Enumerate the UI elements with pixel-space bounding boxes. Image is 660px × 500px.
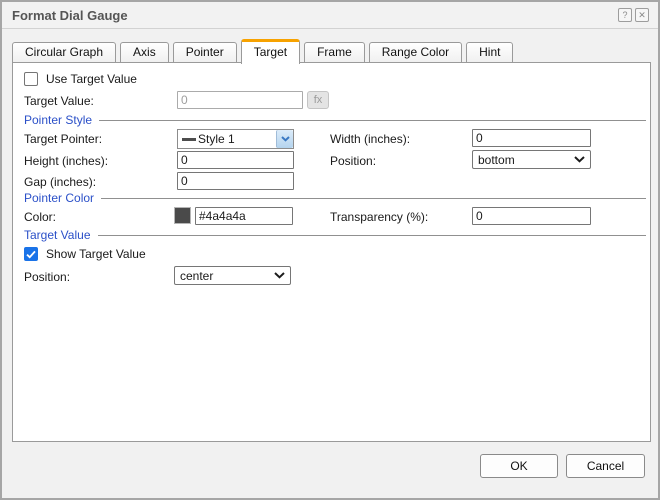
help-icon[interactable]: ?	[618, 8, 632, 22]
tab-range-color[interactable]: Range Color	[368, 42, 463, 63]
width-input[interactable]	[472, 129, 591, 147]
tab-axis[interactable]: Axis	[120, 42, 169, 63]
pointer-color-section-header: Pointer Color	[24, 191, 646, 205]
section-divider-line	[99, 119, 646, 121]
dialog-title: Format Dial Gauge	[12, 8, 128, 23]
target-value-label: Target Value:	[24, 94, 94, 108]
target-value-position-select[interactable]: center	[174, 266, 291, 285]
chevron-down-icon	[274, 272, 285, 279]
pointer-position-value: bottom	[478, 152, 515, 167]
color-label: Color:	[24, 210, 57, 224]
chevron-down-icon	[574, 156, 585, 163]
use-target-value-label[interactable]: Use Target Value	[46, 72, 137, 86]
cancel-button[interactable]: Cancel	[566, 454, 645, 478]
tab-circular-graph[interactable]: Circular Graph	[12, 42, 117, 63]
close-icon[interactable]: ✕	[635, 8, 649, 22]
pointer-style-title: Pointer Style	[24, 113, 93, 127]
combo-dropdown-button[interactable]	[276, 130, 293, 148]
checkmark-icon	[26, 250, 36, 258]
target-value-position-label: Position:	[24, 270, 71, 284]
target-pointer-label: Target Pointer:	[24, 132, 103, 146]
height-label: Height (inches):	[24, 154, 109, 168]
pointer-style-section-header: Pointer Style	[24, 113, 646, 127]
height-input[interactable]	[177, 151, 294, 169]
color-swatch[interactable]	[174, 207, 191, 224]
target-value-input[interactable]	[177, 91, 303, 109]
pointer-style-preview-icon	[182, 137, 196, 141]
tab-frame[interactable]: Frame	[304, 42, 365, 63]
target-pointer-select[interactable]: Style 1	[177, 129, 294, 149]
color-input[interactable]	[195, 207, 293, 225]
transparency-input[interactable]	[472, 207, 591, 225]
titlebar: Format Dial Gauge ? ✕	[2, 2, 658, 29]
section-divider-line	[97, 234, 646, 236]
tab-bar: Circular Graph Axis Pointer Target Frame…	[12, 38, 514, 64]
tab-target[interactable]: Target	[240, 39, 301, 64]
target-pointer-value: Style 1	[198, 132, 235, 146]
transparency-label: Transparency (%):	[330, 210, 429, 224]
pointer-position-label: Position:	[330, 154, 377, 168]
target-value-section-header: Target Value	[24, 228, 646, 242]
gap-label: Gap (inches):	[24, 175, 97, 189]
fx-button[interactable]: fx	[307, 91, 329, 109]
gap-input[interactable]	[177, 172, 294, 190]
show-target-value-label[interactable]: Show Target Value	[46, 247, 146, 261]
use-target-value-checkbox[interactable]	[24, 72, 38, 86]
format-dial-gauge-dialog: Format Dial Gauge ? ✕ Circular Graph Axi…	[0, 0, 660, 500]
width-label: Width (inches):	[330, 132, 411, 146]
chevron-down-icon	[280, 136, 290, 142]
target-value-title: Target Value	[24, 228, 91, 242]
tab-hint[interactable]: Hint	[466, 42, 514, 63]
ok-button[interactable]: OK	[480, 454, 558, 478]
section-divider-line	[101, 197, 646, 199]
target-value-position-value: center	[180, 268, 214, 283]
pointer-color-title: Pointer Color	[24, 191, 95, 205]
target-tab-panel: Use Target Value Target Value: fx Pointe…	[12, 62, 651, 442]
tab-pointer[interactable]: Pointer	[172, 42, 237, 63]
show-target-value-checkbox[interactable]	[24, 247, 38, 261]
pointer-position-select[interactable]: bottom	[472, 150, 591, 169]
